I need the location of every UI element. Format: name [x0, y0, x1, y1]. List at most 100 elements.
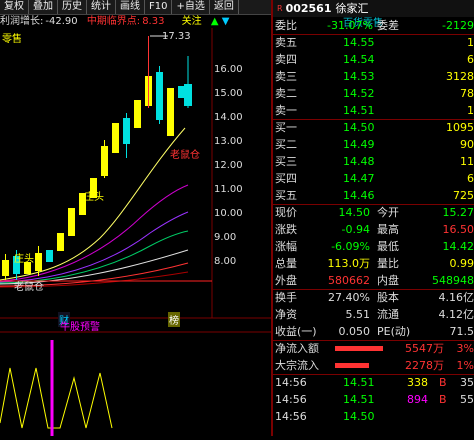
- flow-row: 大宗流入2278万1%: [273, 357, 474, 374]
- toolbar-button-0[interactable]: 复权: [0, 0, 29, 14]
- up-arrow-icon[interactable]: ▲: [211, 16, 219, 27]
- tick-side: B: [439, 391, 447, 408]
- fund-value: 5.51: [346, 306, 371, 323]
- price-axis-label: 10.00: [214, 208, 243, 219]
- stat-value: 14.50: [339, 204, 371, 221]
- stat-value: 14.42: [443, 238, 474, 255]
- stat-label: 内盘: [377, 272, 399, 289]
- down-arrow-icon[interactable]: ▼: [222, 16, 230, 27]
- tick-time: 14:56: [275, 408, 307, 425]
- mid-critical-label: 中期临界点:: [87, 16, 140, 27]
- profit-value: -42.90: [45, 16, 77, 27]
- bull-warning-label: 牛股预警: [60, 318, 100, 333]
- tick-row: 14:5614.51338B35: [273, 374, 474, 391]
- ranking-marker[interactable]: 榜: [168, 312, 180, 327]
- banker-head-label-2: 庄头: [14, 250, 34, 265]
- tick-row: 14:5614.51894B55: [273, 391, 474, 408]
- tick-side: B: [439, 374, 447, 391]
- quote-header: R 002561 徐家汇: [273, 0, 474, 17]
- ask-label: 卖一: [275, 102, 297, 119]
- ask-label: 卖二: [275, 85, 297, 102]
- stat-label: 最低: [377, 238, 399, 255]
- ask-label: 卖四: [275, 51, 297, 68]
- fund-value: 0.050: [339, 323, 371, 340]
- stat-label: 今开: [377, 204, 399, 221]
- price-axis-label: 14.00: [214, 112, 243, 123]
- bid-price: 14.48: [343, 153, 375, 170]
- tick-time: 14:56: [275, 374, 307, 391]
- ask-volume: 6: [467, 51, 474, 68]
- price-axis-label: 8.00: [214, 256, 236, 267]
- flow-bar: [335, 363, 369, 368]
- ask-label: 卖三: [275, 68, 297, 85]
- bid-label: 买三: [275, 153, 297, 170]
- quote-panel: R 002561 徐家汇 百货零售 委比-31.07%委差-2129卖五14.5…: [273, 0, 474, 436]
- bid-label: 买二: [275, 136, 297, 153]
- stat-value: 15.27: [443, 204, 474, 221]
- fund-label: 收益(一): [275, 323, 317, 340]
- ask-price: 14.55: [343, 34, 375, 51]
- flow-label: 净流入额: [275, 340, 319, 357]
- order-ratio-label: 委比: [275, 17, 297, 34]
- bid-label: 买五: [275, 187, 297, 204]
- ask-price: 14.54: [343, 51, 375, 68]
- bid-volume: 11: [460, 153, 474, 170]
- fund-label: 股本: [377, 289, 399, 306]
- toolbar-button-5[interactable]: F10: [145, 0, 172, 14]
- ask-volume: 1: [467, 34, 474, 51]
- fund-value: 4.12亿: [439, 306, 474, 323]
- toolbar-button-7[interactable]: 返回: [210, 0, 239, 14]
- flow-value: 2278万: [405, 357, 444, 374]
- bid-label: 买四: [275, 170, 297, 187]
- stock-name: 徐家汇: [336, 0, 369, 17]
- rat-warehouse-label-1: 老鼠仓: [170, 146, 200, 161]
- toolbar-button-3[interactable]: 统计: [87, 0, 116, 14]
- stat-label: 最高: [377, 221, 399, 238]
- banker-head-label-1: 庄头: [84, 188, 104, 203]
- fundamental-row: 换手27.40%股本4.16亿: [273, 289, 474, 306]
- toolbar-button-2[interactable]: 历史: [58, 0, 87, 14]
- kline-chart[interactable]: 16.0015.0014.0013.0012.0011.0010.009.008…: [0, 28, 271, 436]
- bid-price: 14.50: [343, 119, 375, 136]
- price-axis-label: 16.00: [214, 64, 243, 75]
- bid-row: 买二14.4990: [273, 136, 474, 153]
- stat-value: 580662: [328, 272, 370, 289]
- stat-row: 涨幅 -6.09% 最低 14.42: [273, 238, 474, 255]
- margin-mark: R: [277, 0, 283, 17]
- ask-row: 卖四 14.54 6: [273, 51, 474, 68]
- stat-value: 548948: [432, 272, 474, 289]
- stock-code: 002561: [286, 0, 332, 17]
- stat-row: 涨跌-0.94最高16.50: [273, 221, 474, 238]
- order-diff-value: -2129: [442, 17, 474, 34]
- fundamental-row: 净资5.51流通4.12亿: [273, 306, 474, 323]
- flow-label: 大宗流入: [275, 357, 319, 374]
- stat-row: 外盘580662内盘548948: [273, 272, 474, 289]
- order-diff-label: 委差: [377, 17, 399, 34]
- tick-volume: 338: [407, 374, 428, 391]
- toolbar-button-6[interactable]: +自选: [172, 0, 209, 14]
- tick-count: 55: [460, 391, 474, 408]
- stat-label: 涨幅: [275, 238, 297, 255]
- stat-value: 0.99: [450, 255, 474, 272]
- flow-bar: [335, 346, 383, 351]
- toolbar-button-1[interactable]: 叠加: [29, 0, 58, 14]
- attention-button[interactable]: 关注: [182, 16, 202, 27]
- toolbar-button-4[interactable]: 画线: [116, 0, 145, 14]
- price-axis-label: 13.00: [214, 136, 243, 147]
- fund-value: 71.5: [450, 323, 474, 340]
- fund-value: 27.40%: [328, 289, 370, 306]
- stat-value: 113.0万: [328, 255, 371, 272]
- stat-value: -6.09%: [331, 238, 370, 255]
- ask-row: 卖二14.5278: [273, 85, 474, 102]
- bid-volume: 725: [453, 187, 474, 204]
- tick-row: 14:5614.50: [273, 408, 474, 425]
- oscillator-line: [0, 368, 112, 428]
- stat-row: 现价14.50今开15.27: [273, 204, 474, 221]
- ask-volume: 78: [460, 85, 474, 102]
- fund-label: 换手: [275, 289, 297, 306]
- stat-row: 总量113.0万量比0.99: [273, 255, 474, 272]
- bid-row: 买四14.476: [273, 170, 474, 187]
- ask-price: 14.51: [343, 102, 375, 119]
- candles: [2, 36, 192, 280]
- bid-price: 14.46: [343, 187, 375, 204]
